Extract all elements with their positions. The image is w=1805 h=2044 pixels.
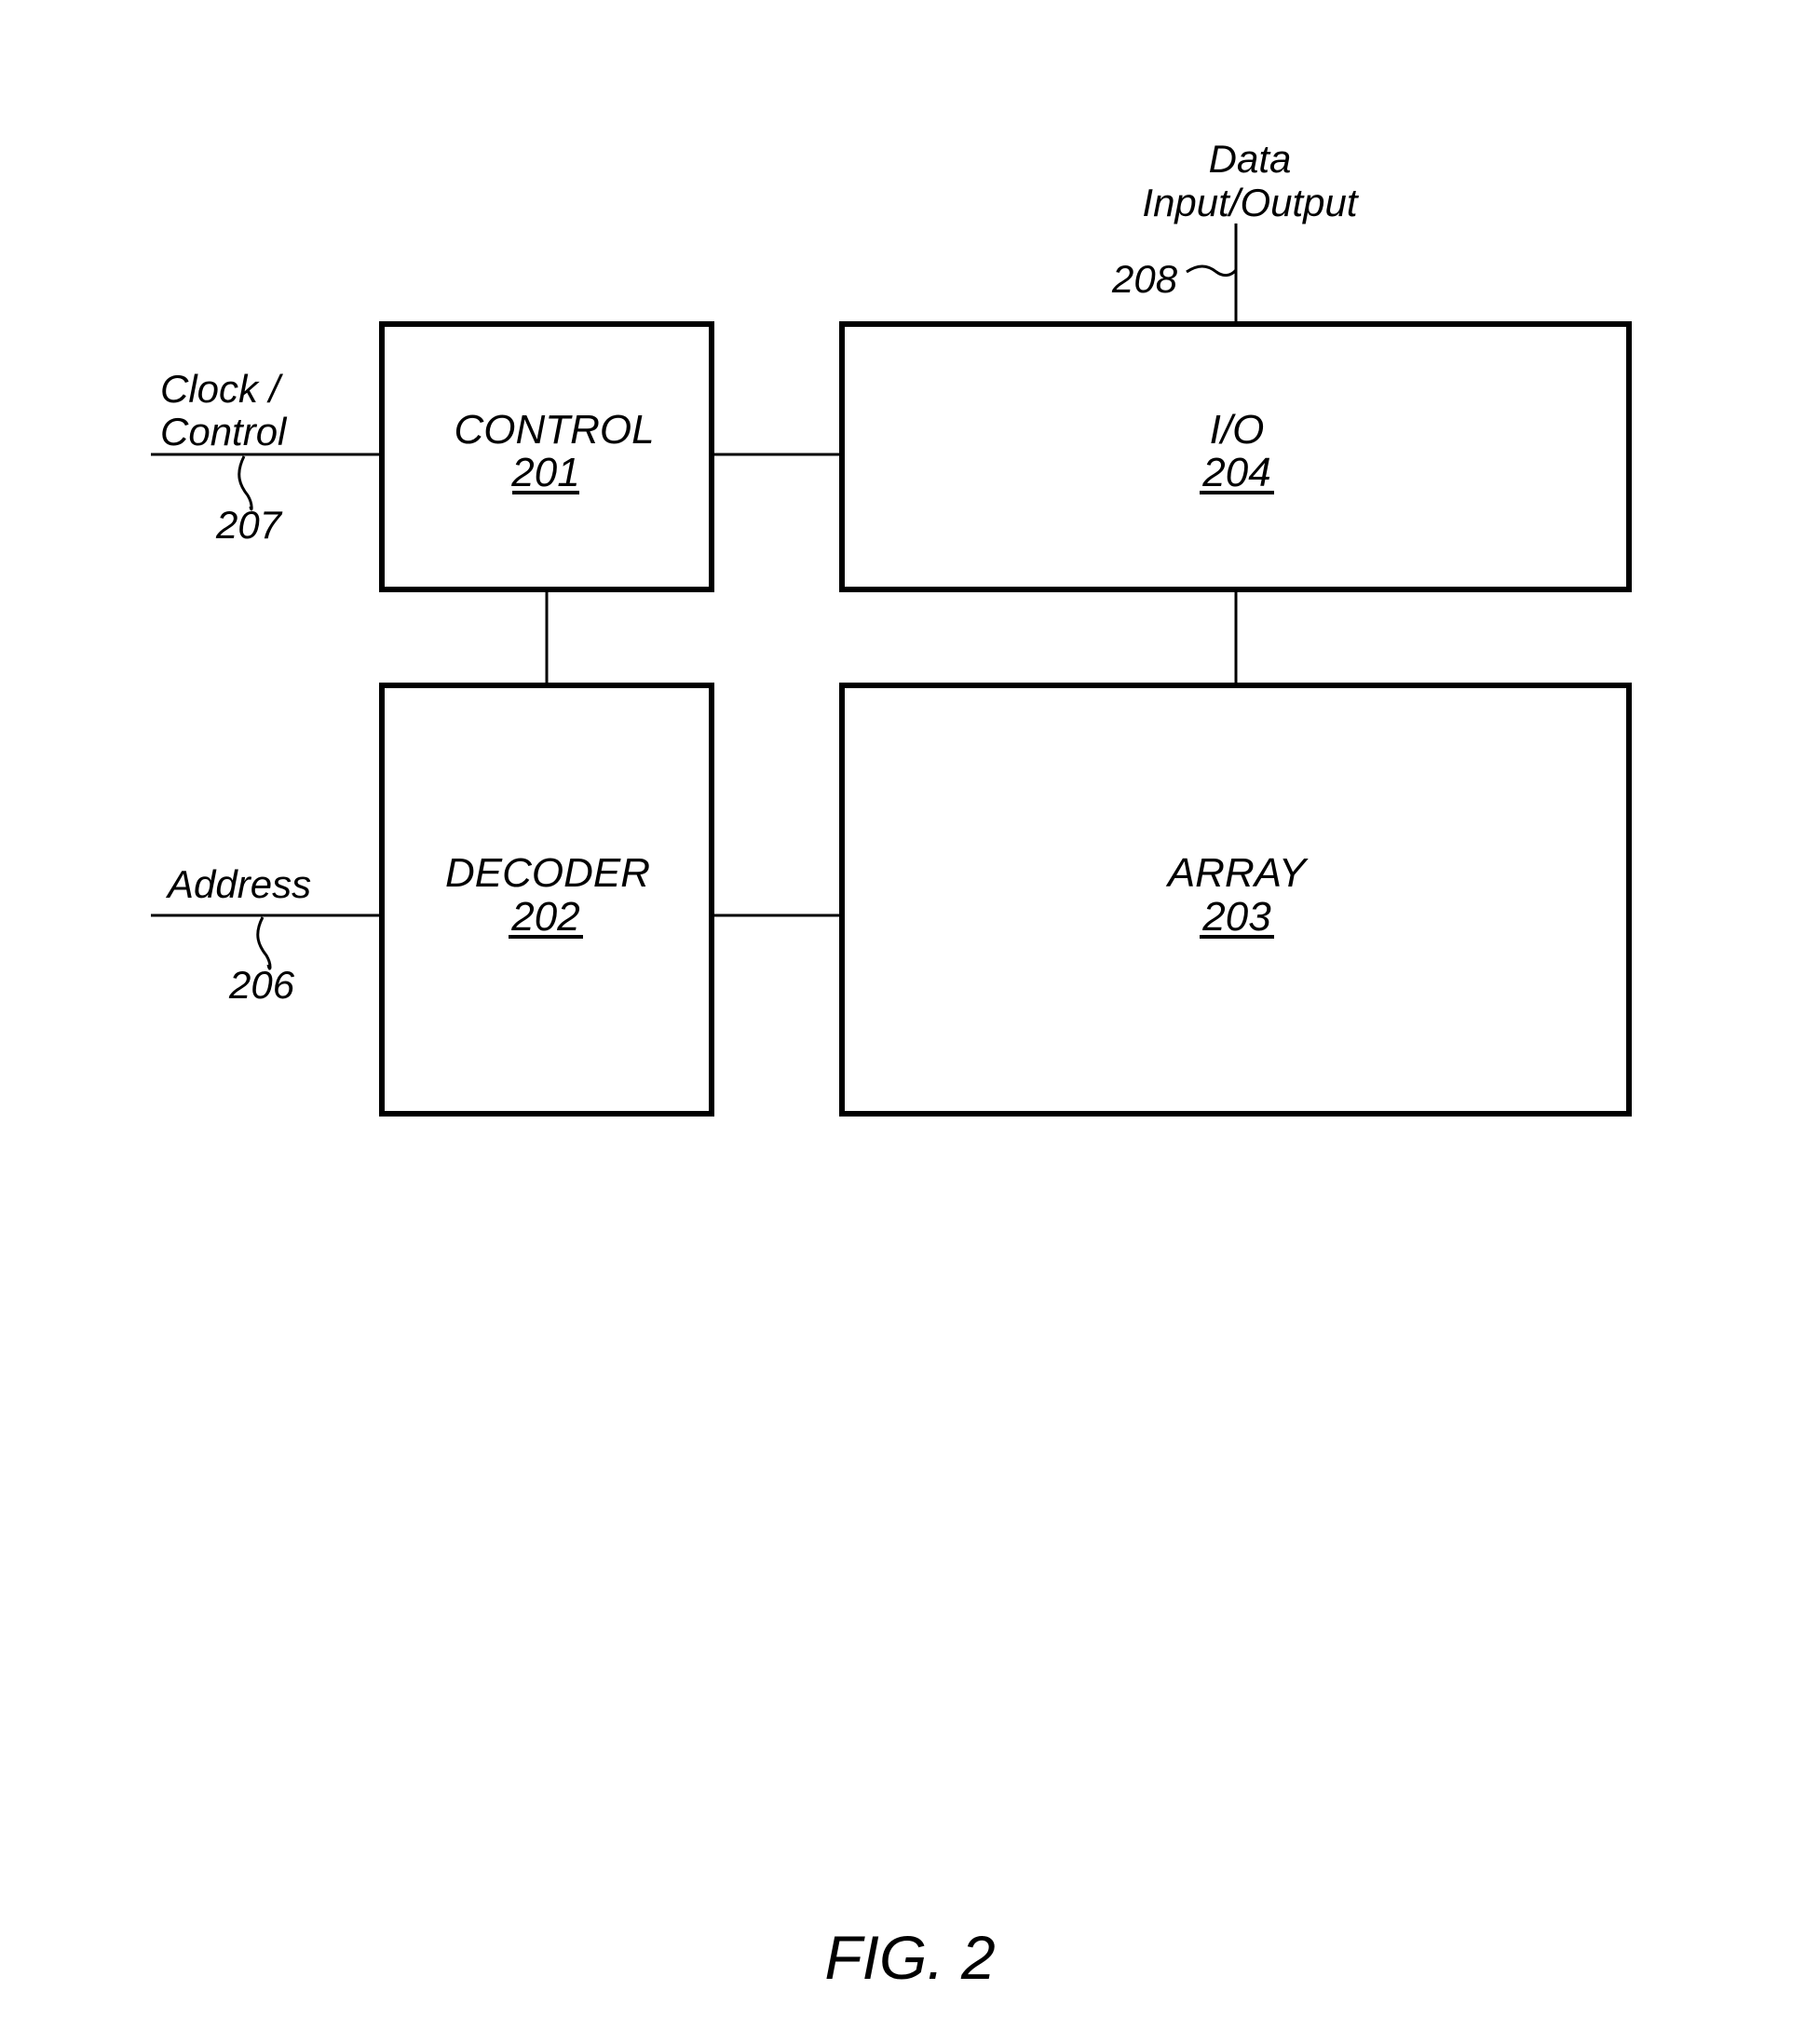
address-label: Address — [165, 862, 311, 906]
address-ref: 206 — [228, 963, 295, 1007]
decoder-label: DECODER — [445, 850, 650, 896]
address-signal: Address 206 — [151, 862, 382, 1007]
control-label: CONTROL — [454, 407, 654, 453]
data-io-ref: 208 — [1111, 257, 1178, 301]
control-block: CONTROL 201 — [379, 321, 714, 592]
data-io-label-line1: Data — [1209, 137, 1292, 181]
decoder-ref: 202 — [510, 894, 579, 940]
clock-label-line1: Clock / — [160, 367, 284, 411]
data-io-leader-squiggle — [1186, 264, 1238, 277]
clock-label-line2: Control — [160, 410, 288, 453]
control-ref: 201 — [510, 450, 579, 495]
data-io-label-line2: Input/Output — [1142, 181, 1359, 224]
clock-leader-squiggle — [238, 455, 253, 511]
io-block: I/O 204 — [839, 321, 1632, 592]
array-ref: 203 — [1201, 894, 1271, 940]
io-ref: 204 — [1201, 450, 1270, 495]
decoder-block: DECODER 202 — [379, 683, 714, 1117]
address-leader-squiggle — [256, 916, 272, 970]
block-diagram: CONTROL 201 I/O 204 DECODER 202 ARRAY 20… — [151, 137, 1632, 1992]
clock-control-signal: Clock / Control 207 — [151, 367, 382, 547]
data-io-signal: Data Input/Output 208 — [1111, 137, 1360, 324]
array-label: ARRAY — [1165, 850, 1309, 896]
io-label: I/O — [1210, 407, 1265, 453]
array-block: ARRAY 203 — [839, 683, 1632, 1117]
clock-ref: 207 — [215, 503, 283, 547]
figure-caption: FIG. 2 — [824, 1923, 995, 1992]
